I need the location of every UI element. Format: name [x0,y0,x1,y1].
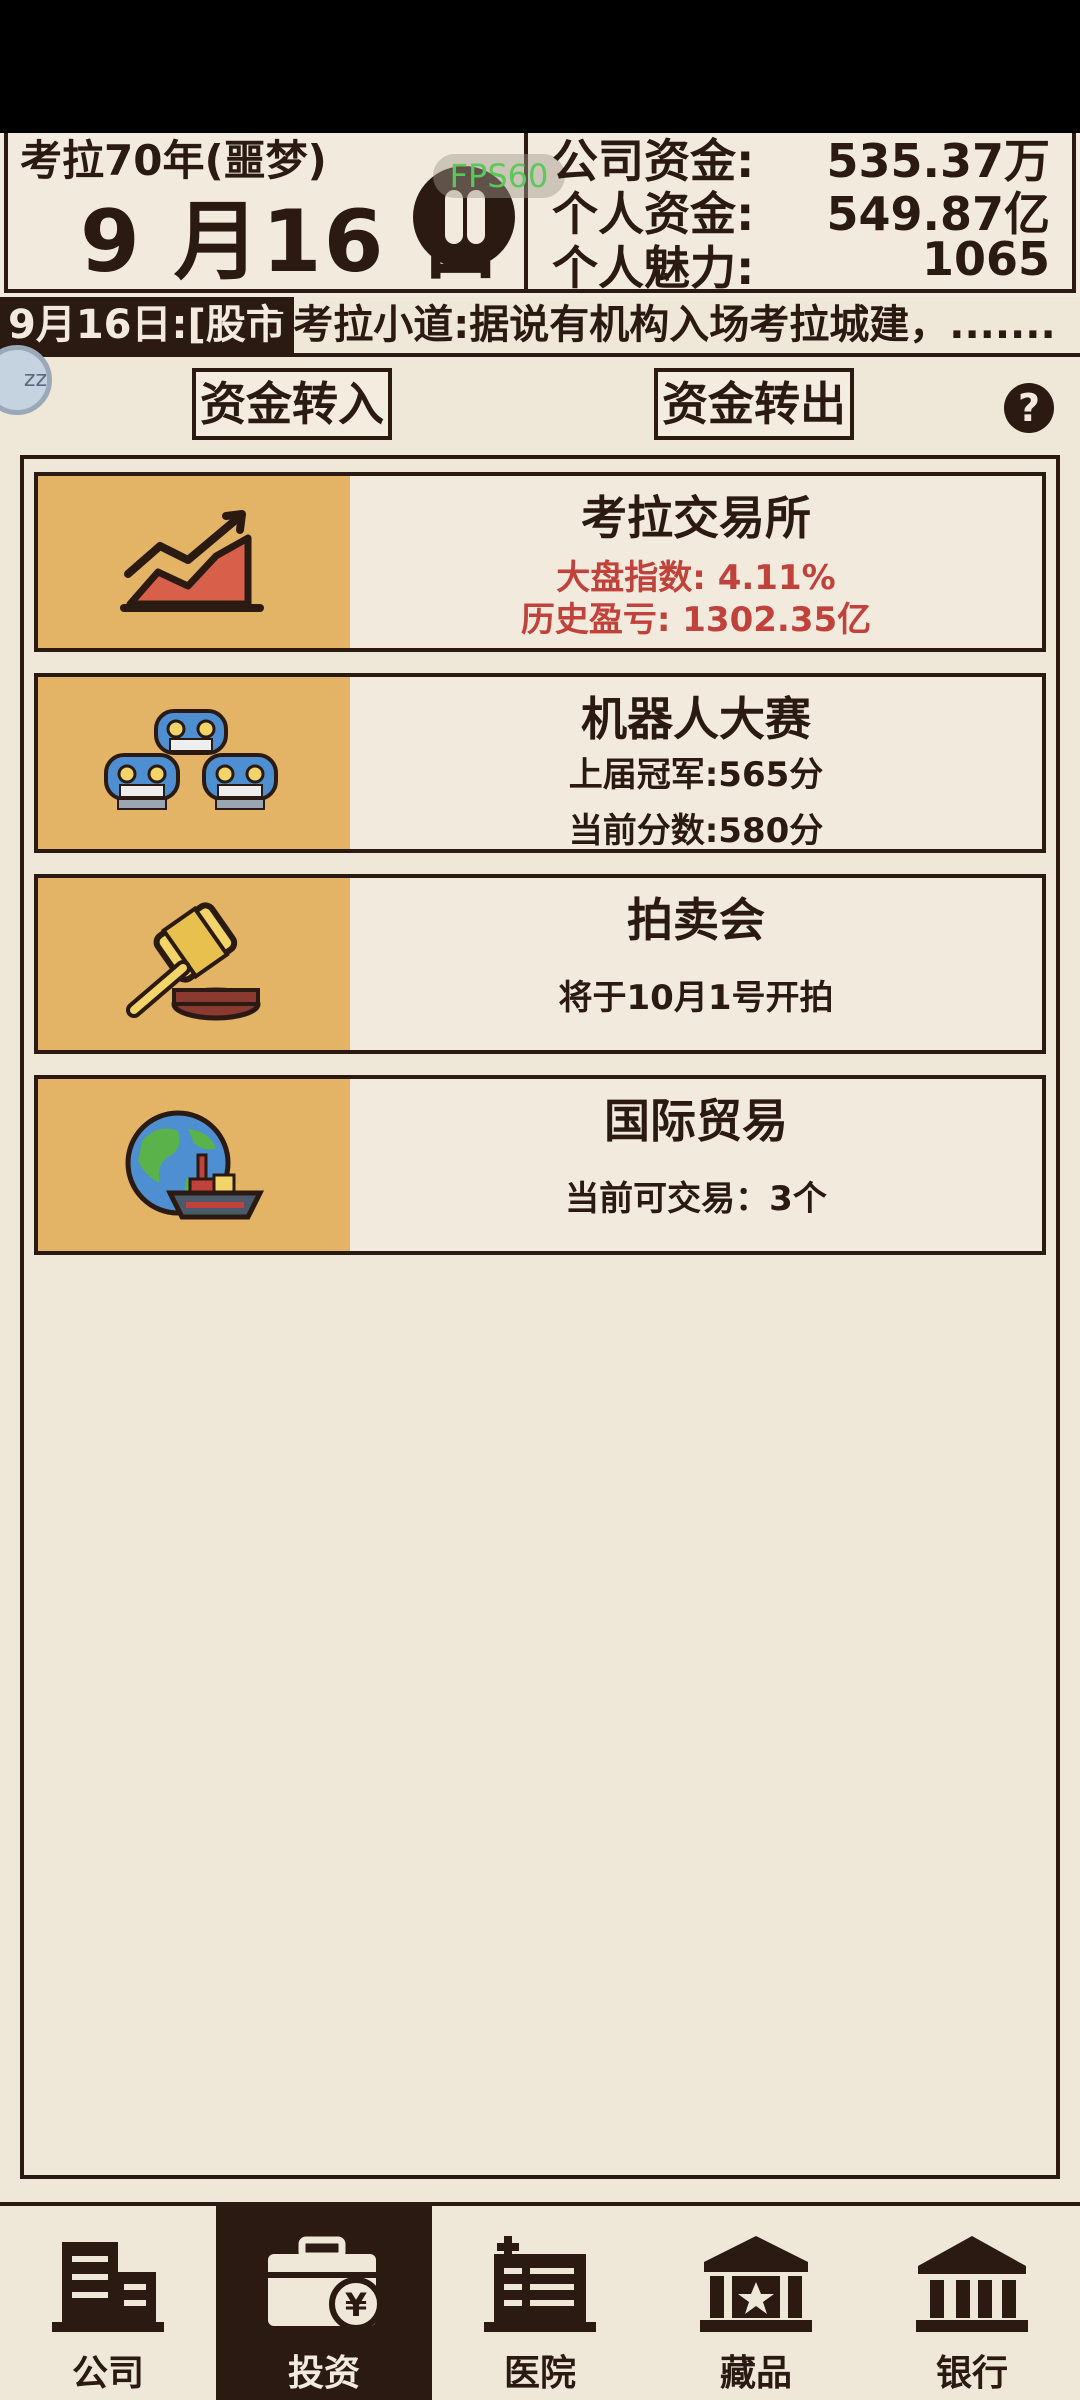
tradable-count: 当前可交易：3个 [565,1179,827,1219]
card-thumb [38,677,350,849]
transfer-out-button[interactable]: 资金转出 [654,368,854,440]
building-icon [52,2242,164,2332]
transfer-in-button[interactable]: 资金转入 [192,368,392,440]
charm-row: 个人魅力: 1065 [552,232,1050,295]
card-exchange[interactable]: 考拉交易所 大盘指数: 4.11% 历史盈亏: 1302.35亿 [34,472,1046,652]
funds-panel: 公司资金: 535.37万 个人资金: 549.87亿 个人魅力: 1065 [528,133,1076,295]
company-funds-row: 公司资金: 535.37万 [552,125,1050,188]
briefcase-yen-icon: ¥ [268,2236,380,2331]
news-ticker[interactable]: 9月16日:[股市 ]考拉小道:据说有机构入场考拉城建，....... [0,297,1080,357]
card-thumb [38,1079,350,1251]
nav-company[interactable]: 公司 [0,2206,216,2400]
card-title: 拍卖会 [627,893,765,947]
game-header: 考拉70年(噩梦) 9 月16 日 FPS60 公司资金: 535.37万 个人… [0,133,1080,297]
nav-label: 医院 [503,2353,576,2394]
auction-start: 将于10月1号开拍 [558,978,834,1018]
history-profit: 历史盈亏: 1302.35亿 [520,600,872,640]
museum-icon [700,2236,812,2332]
stat-label: 个人魅力: [552,241,755,295]
nav-label: 公司 [71,2353,144,2394]
current-score: 当前分数:580分 [568,811,824,851]
card-auction[interactable]: 拍卖会 将于10月1号开拍 [34,874,1046,1054]
nav-hospital[interactable]: 医院 [432,2206,648,2400]
nav-label: 投资 [287,2353,360,2394]
personal-funds-row: 个人资金: 549.87亿 [552,178,1050,241]
pause-icon [445,190,463,244]
gavel-icon [126,902,261,1021]
card-thumb [38,878,350,1050]
card-international-trade[interactable]: 国际贸易 当前可交易：3个 [34,1075,1046,1255]
bottom-nav: 公司 ¥ 投资 医院 藏品 银行 [0,2202,1080,2400]
bank-icon [916,2236,1028,2332]
card-thumb [38,476,350,648]
pause-icon-bar [467,190,485,244]
stock-chart-icon [120,510,264,612]
card-title: 考拉交易所 [581,491,811,545]
globe-ship-icon [125,1110,265,1220]
help-icon[interactable]: ? [1004,383,1054,433]
nav-label: 藏品 [719,2353,792,2394]
ticker-date: 9月16日:[股市 [0,297,294,353]
status-bar [0,0,1080,133]
nav-label: 银行 [935,2353,1008,2394]
card-title: 国际贸易 [604,1094,788,1148]
ticker-text: ]考拉小道:据说有机构入场考拉城建，....... [275,302,1056,348]
nav-bank[interactable]: 银行 [864,2206,1080,2400]
date-panel: 考拉70年(噩梦) 9 月16 日 FPS60 [4,133,565,293]
hospital-icon [484,2236,596,2332]
nav-collection[interactable]: 藏品 [648,2206,864,2400]
last-champion: 上届冠军:565分 [568,755,824,795]
stat-value: 1065 [921,232,1050,286]
card-robot-contest[interactable]: 机器人大赛 上届冠军:565分 当前分数:580分 [34,673,1046,853]
robots-icon [104,709,278,810]
nav-invest[interactable]: ¥ 投资 [216,2206,432,2400]
card-title: 机器人大赛 [581,692,811,746]
svg-text:¥: ¥ [345,2286,367,2324]
